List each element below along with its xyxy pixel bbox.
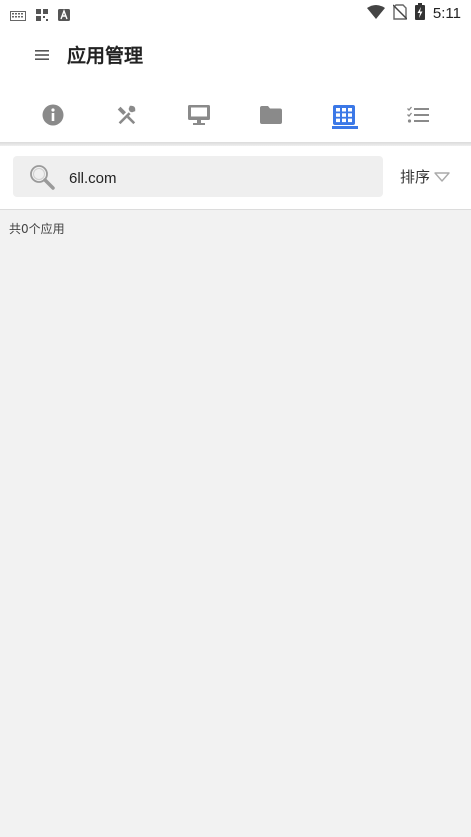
- keyboard-icon: [10, 6, 26, 25]
- checklist-icon: [407, 106, 429, 128]
- app-count-label: 共0个应用: [9, 222, 65, 236]
- tab-tools[interactable]: [102, 95, 150, 139]
- sort-button[interactable]: 排序: [400, 166, 450, 187]
- wifi-icon: [366, 4, 385, 23]
- app-bar: 应用管理: [0, 26, 471, 142]
- tab-bar: [0, 95, 471, 139]
- tools-icon: [115, 104, 137, 130]
- hamburger-menu-icon: [35, 46, 49, 65]
- info-icon: [42, 104, 64, 130]
- page-title: 应用管理: [67, 45, 144, 67]
- status-time: 5:11: [432, 5, 461, 22]
- tab-files[interactable]: [247, 95, 295, 139]
- search-icon: [28, 163, 56, 195]
- qr-code-icon: [36, 6, 48, 25]
- search-area: 排序: [0, 146, 471, 210]
- active-tab-indicator: [332, 126, 358, 129]
- sort-label: 排序: [400, 168, 431, 186]
- triangle-down-icon: [434, 168, 450, 186]
- monitor-icon: [188, 105, 210, 129]
- search-box[interactable]: [13, 156, 383, 197]
- tab-display[interactable]: [175, 95, 223, 139]
- app-screen: 5:11 应用管理 6ll.com 排序 共0个应用: [0, 0, 471, 837]
- no-sim-icon: [392, 3, 408, 24]
- font-a-icon: [58, 6, 70, 25]
- status-bar: 5:11: [0, 0, 471, 26]
- search-input[interactable]: [67, 166, 371, 190]
- battery-charging-icon: [414, 3, 425, 24]
- tab-info[interactable]: [29, 95, 77, 139]
- menu-button[interactable]: [30, 43, 54, 67]
- tab-apps[interactable]: [320, 95, 368, 139]
- folder-icon: [260, 106, 282, 128]
- tab-checklist[interactable]: [394, 95, 442, 139]
